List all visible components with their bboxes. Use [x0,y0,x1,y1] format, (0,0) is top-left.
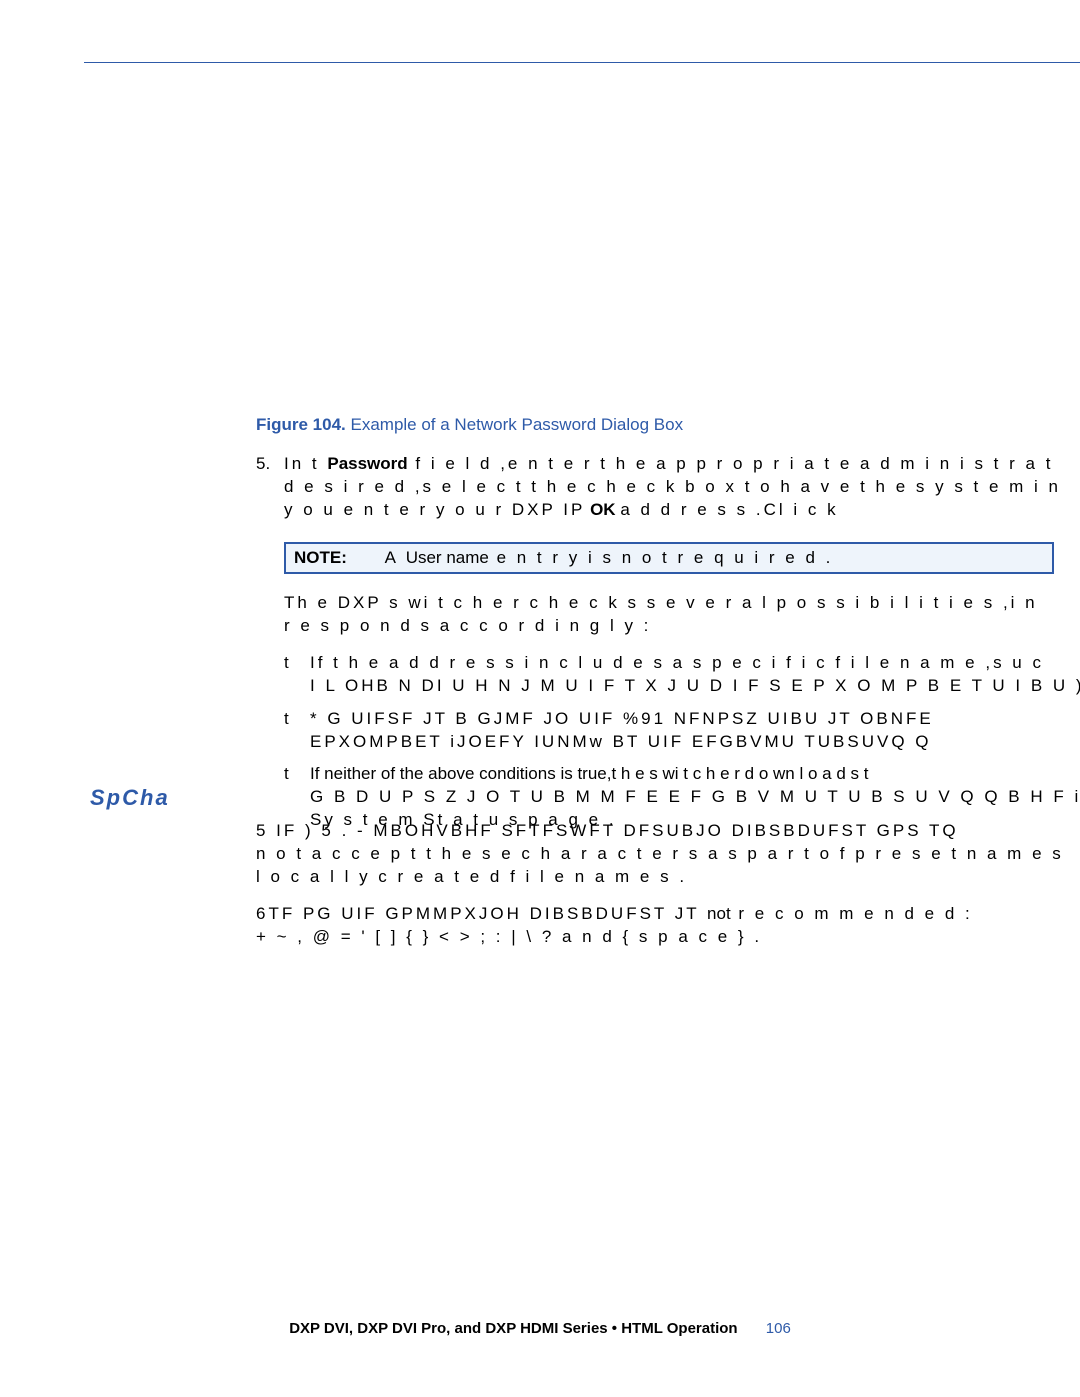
note-label: NOTE: [294,548,347,567]
bullet-mark: t [284,708,310,754]
step5-line3a: y o u e n t e r y o u r DXP IP [284,500,585,519]
sp-para-1: 5 IF ) 5 . - MBOHVBHF SFTFSWFT DFSUBJO D… [256,820,1080,889]
top-rule [84,62,1080,63]
sp1-l3: l o c a l l y c r e a t e d f i l e n a … [256,867,687,886]
step5-text-a: In t [284,454,327,473]
bullet-body: If t h e a d d r e s s i n c l u d e s a… [310,652,1080,698]
not-label: not [707,904,731,923]
ok-label: OK [590,500,616,519]
step-5: 5. In t Password f i e l d ,e n t e r t … [256,453,1080,522]
step5-line3b: a d d r e s s .Cl i c k [620,500,838,519]
b2-l2: EPXOMPBET iJOEFY IUNMw BT UIF EFGBVMU TU… [310,732,931,751]
sp1-l2: n o t a c c e p t t h e s e c h a r a c … [256,844,1064,863]
bullet-body: * G UIFSF JT B GJMF JO UIF %91 NFNPSZ UI… [310,708,934,754]
footer-title: DXP DVI, DXP DVI Pro, and DXP HDMI Serie… [289,1320,737,1337]
password-label: Password [327,454,407,473]
figure-caption: Figure 104. Example of a Network Passwor… [256,415,1080,435]
section-heading-special-characters: SpCha [90,785,170,811]
step-number: 5. [256,453,284,522]
bullet-2: t * G UIFSF JT B GJMF JO UIF %91 NFNPSZ … [284,708,1080,754]
pcheck-l1: Th e DXP s wi t c h e r c h e c k s s e … [284,593,1038,612]
page-footer: DXP DVI, DXP DVI Pro, and DXP HDMI Serie… [0,1320,1080,1337]
sp2-l1a: 6TF PG UIF GPMMPXJOH DIBSBDUFST JT [256,904,707,923]
b1-l2: I L OHB N DI U H N J M U I F T X J U D I… [310,676,1080,695]
b1-l1: If t h e a d d r e s s i n c l u d e s a… [310,653,1044,672]
bullet-1: t If t h e a d d r e s s i n c l u d e s… [284,652,1080,698]
footer-page-number: 106 [766,1320,791,1337]
b3-l1: If neither of the above conditions is tr… [310,764,868,783]
user-name-label: User name [406,548,489,567]
step-body: In t Password f i e l d ,e n t e r t h e… [284,453,1080,522]
sp-para-2: 6TF PG UIF GPMMPXJOH DIBSBDUFST JT not r… [256,903,1080,949]
main-content: Figure 104. Example of a Network Passwor… [256,100,1080,846]
note-b: e n t r y i s n o t r e q u i r e d . [489,548,834,567]
note-box: NOTE: A User name e n t r y i s n o t r … [284,542,1054,574]
note-a: A [385,548,406,567]
b2-l1: * G UIFSF JT B GJMF JO UIF %91 NFNPSZ UI… [310,709,934,728]
bullet-list: t If t h e a d d r e s s i n c l u d e s… [284,652,1080,833]
special-characters-block: 5 IF ) 5 . - MBOHVBHF SFTFSWFT DFSUBJO D… [256,820,1080,963]
paragraph-check: Th e DXP s wi t c h e r c h e c k s s e … [284,592,1080,638]
step5-text-b: f i e l d ,e n t e r t h e a p p r o p r… [408,454,1054,473]
sp2-l2: + ~ , @ = ' [ ] { } < > ; : | \ ? a n d … [256,927,762,946]
b3-l2: G B D U P S Z J O T U B M M F E E F G B … [310,787,1080,806]
step5-line2: d e s i r e d ,s e l e c t t h e c h e c… [284,477,1061,496]
pcheck-l2: r e s p o n d s a c c o r d i n g l y : [284,616,651,635]
sp1-l1: 5 IF ) 5 . - MBOHVBHF SFTFSWFT DFSUBJO D… [256,821,959,840]
figure-title: Example of a Network Password Dialog Box [346,415,683,434]
sp2-l1b: r e c o m m e n d e d : [738,904,972,923]
figure-number: Figure 104. [256,415,346,434]
bullet-mark: t [284,652,310,698]
